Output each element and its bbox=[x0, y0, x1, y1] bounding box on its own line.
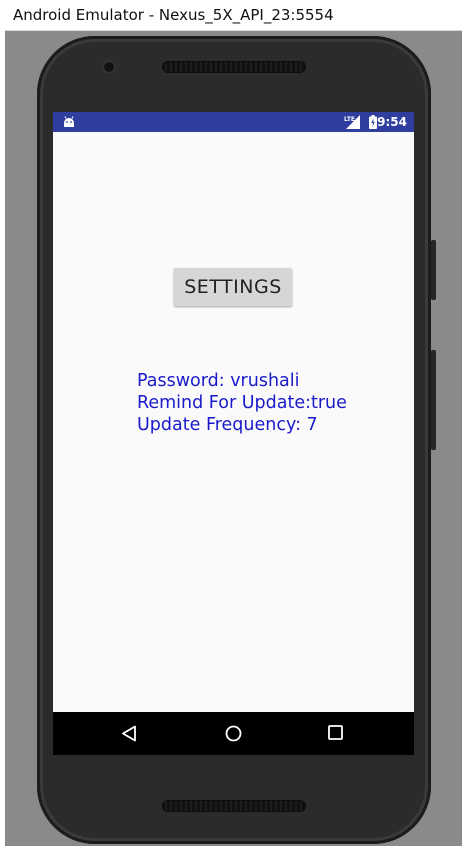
remind-update-text: Remind For Update:true bbox=[137, 393, 347, 413]
home-icon[interactable] bbox=[225, 725, 242, 742]
emulator-title-bar: Android Emulator - Nexus_5X_API_23:5554 bbox=[0, 0, 466, 31]
android-notification-icon bbox=[64, 116, 74, 127]
top-speaker bbox=[162, 61, 306, 73]
device-screen: LTE 9:54 SETTINGS Password: vrushali Rem… bbox=[53, 112, 414, 755]
back-icon[interactable] bbox=[121, 725, 137, 742]
update-frequency-text: Update Frequency: 7 bbox=[137, 415, 318, 435]
window-title: Android Emulator - Nexus_5X_API_23:5554 bbox=[13, 6, 334, 24]
preferences-info: Password: vrushali Remind For Update:tru… bbox=[137, 370, 347, 436]
front-camera bbox=[104, 62, 114, 72]
status-bar: LTE 9:54 bbox=[53, 112, 414, 132]
settings-button[interactable]: SETTINGS bbox=[174, 268, 292, 306]
password-text: Password: vrushali bbox=[137, 371, 300, 391]
battery-charging-icon bbox=[369, 115, 377, 129]
bottom-speaker bbox=[162, 800, 306, 812]
volume-button[interactable] bbox=[431, 240, 436, 300]
window-frame-right bbox=[462, 30, 466, 851]
signal-lte-icon: LTE bbox=[344, 115, 360, 129]
window-frame-left bbox=[0, 30, 5, 851]
svg-text:LTE: LTE bbox=[344, 116, 355, 123]
recents-icon[interactable] bbox=[328, 725, 343, 740]
navigation-bar bbox=[53, 712, 414, 755]
window-frame-bottom bbox=[0, 846, 466, 851]
status-time: 9:54 bbox=[377, 115, 407, 129]
power-button[interactable] bbox=[431, 350, 436, 450]
